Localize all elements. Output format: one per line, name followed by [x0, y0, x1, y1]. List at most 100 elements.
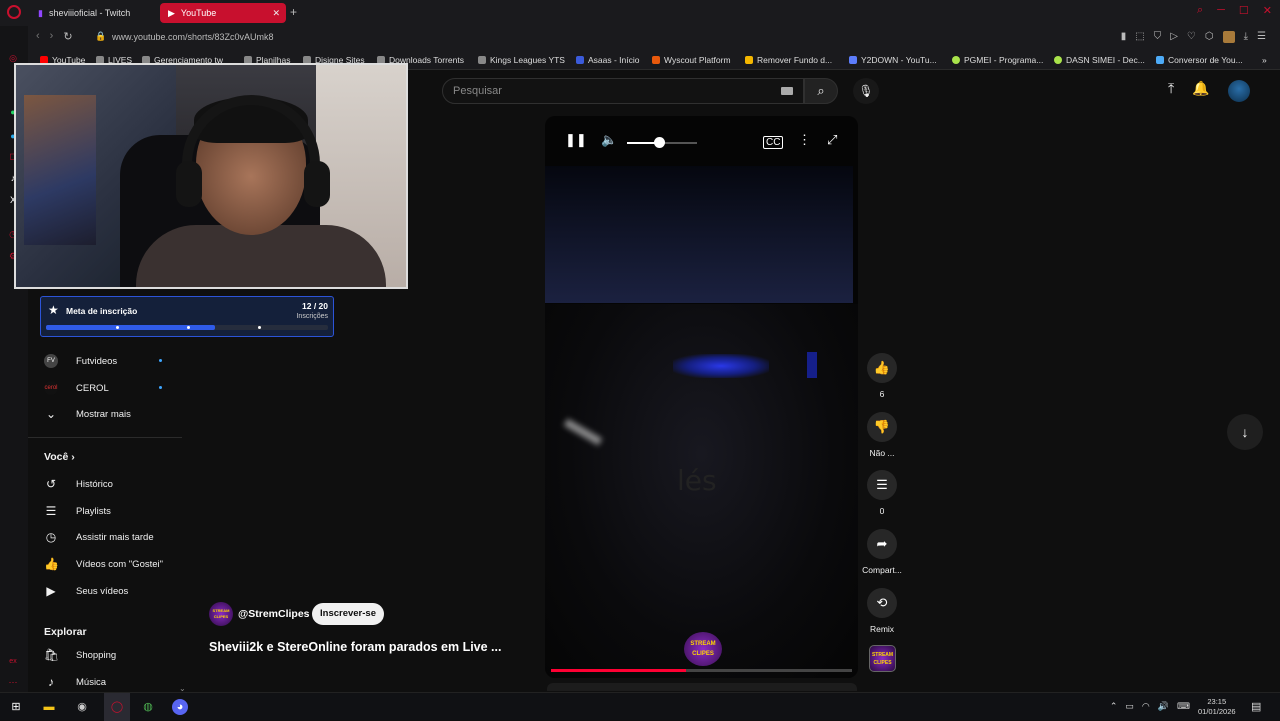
video-progress-bar[interactable] [551, 669, 852, 672]
shorts-video-player[interactable]: lés ❚❚ 🔈 CC ⋮ ⤢ STREAM CLIPES [545, 116, 858, 678]
keyboard-icon[interactable] [781, 87, 793, 95]
new-tab-button[interactable]: + [290, 5, 297, 19]
bookmark-conversor[interactable]: Conversor de You... [1156, 55, 1243, 65]
url-field[interactable]: www.youtube.com/shorts/83Zc0vAUmk8 [112, 32, 274, 42]
sidebar-explore-heading: Explorar [44, 626, 87, 638]
video-led-light [673, 354, 769, 378]
close-window-button[interactable]: ✕ [1263, 4, 1272, 17]
windows-start-icon[interactable]: ⊞ [8, 699, 24, 715]
sidebar-you-heading[interactable]: Você › [44, 451, 75, 463]
file-explorer-icon[interactable]: ▬ [41, 699, 57, 715]
like-count: 6 [879, 389, 885, 399]
tray-expand-icon[interactable]: ⌃ [1110, 701, 1118, 712]
network-icon[interactable]: ▭ [1125, 701, 1134, 712]
forward-icon[interactable]: › [50, 30, 54, 43]
close-tab-icon[interactable]: ✕ [272, 8, 280, 19]
wifi-icon[interactable]: ◠ [1142, 701, 1150, 712]
sidebar-item-liked-videos[interactable]: 👍 Vídeos com "Gostei" [44, 557, 164, 571]
shield-icon[interactable]: ⛉ [1154, 31, 1162, 43]
captions-icon[interactable]: CC [763, 136, 784, 149]
menu-icon[interactable]: ☰ [1257, 31, 1266, 43]
maximize-button[interactable]: ☐ [1239, 4, 1249, 17]
heart-icon[interactable]: ♡ [1187, 31, 1196, 43]
minimize-button[interactable]: ─ [1217, 4, 1225, 17]
subscribe-button[interactable]: Inscrever-se [312, 603, 384, 625]
search-input[interactable]: Pesquisar [453, 85, 502, 97]
more-options-icon[interactable]: ⋮ [798, 132, 811, 148]
chrome-icon[interactable]: ◍ [140, 699, 156, 715]
notifications-icon[interactable]: ▤ [1251, 700, 1261, 713]
extensions-icon[interactable]: ⬡ [1205, 31, 1214, 43]
notifications-bell-icon[interactable]: 🔔 [1192, 80, 1209, 102]
volume-slider[interactable] [627, 137, 697, 148]
sidebar-item-watch-later[interactable]: ◷ Assistir mais tarde [44, 530, 164, 544]
obs-icon[interactable]: ◉ [74, 699, 90, 715]
dislike-label: Não ... [869, 448, 895, 458]
windows-taskbar: ⊞ ▬ ◉ ◯ ◍ ◕ ⌃ ▭ ◠ 🔊 ⌨ 23:15 01/01/2026 ▤ [0, 692, 1280, 721]
search-tabs-icon[interactable]: ⌕ [1197, 4, 1203, 17]
channel-avatar[interactable]: STREAM CLIPES [209, 602, 233, 626]
system-clock[interactable]: 23:15 01/01/2026 [1198, 697, 1236, 717]
sidebar-more-icon[interactable]: ⋯ [7, 676, 19, 688]
pgmei-icon [952, 56, 960, 64]
cerol-channel-icon: cerol [44, 381, 58, 395]
next-video-button[interactable]: ↓ [1227, 414, 1263, 450]
comments-button[interactable]: ☰ 0 [860, 470, 904, 516]
sidebar-extra-icon[interactable]: ex [7, 656, 19, 668]
remix-button[interactable]: ⟲ Remix [860, 588, 904, 634]
channel-name[interactable]: @StremClipes [238, 608, 310, 620]
sidebar-item-history[interactable]: ↺ Histórico [44, 477, 164, 491]
video-progress-fill [551, 669, 687, 672]
dislike-button[interactable]: 👎 Não ... [860, 412, 904, 458]
conversor-icon [1156, 56, 1164, 64]
bookmark-kings-leagues[interactable]: Kings Leagues YTS [478, 55, 565, 65]
bookmark-asaas[interactable]: Asaas - Início [576, 55, 640, 65]
speaker-icon[interactable]: 🔊 [1158, 701, 1169, 712]
bookmark-wyscout[interactable]: Wyscout Platform [652, 55, 731, 65]
bookmark-y2down[interactable]: Y2DOWN - YouTu... [849, 55, 937, 65]
avatar[interactable] [1227, 80, 1250, 102]
sidebar-item-playlists[interactable]: ☰ Playlists [44, 504, 164, 518]
bookmark-dasn-simei[interactable]: DASN SIMEI - Dec... [1054, 55, 1145, 65]
reload-icon[interactable]: ↻ [63, 30, 72, 43]
sidebar-item-music[interactable]: ♪ Música [44, 675, 164, 689]
opera-taskbar-icon[interactable]: ◯ [109, 699, 125, 715]
video-title[interactable]: Sheviii2k e StereOnline foram parados em… [209, 640, 501, 654]
thumbs-up-icon: 👍 [867, 353, 897, 383]
back-icon[interactable]: ‹ [36, 30, 40, 43]
keyboard-layout-icon[interactable]: ⌨ [1177, 701, 1190, 712]
y2down-icon [849, 56, 857, 64]
bookmark-icon[interactable]: ▮ [1121, 31, 1127, 43]
more-bookmarks-icon[interactable]: » [1262, 55, 1267, 65]
voice-search-button[interactable]: 🎙 [853, 78, 879, 104]
play-icon[interactable]: ▷ [1170, 31, 1178, 43]
search-button[interactable]: ⌕ [804, 78, 838, 104]
bookmark-remover-fundo[interactable]: Remover Fundo d... [745, 55, 832, 65]
new-content-dot [159, 359, 162, 362]
search-bar[interactable]: Pesquisar [442, 78, 804, 104]
create-upload-icon[interactable]: ⤒ [1168, 80, 1174, 102]
share-button[interactable]: ➦ Compart... [860, 529, 904, 575]
discord-icon[interactable]: ◕ [172, 699, 188, 715]
snapshot-icon[interactable]: ⬚ [1135, 31, 1144, 43]
tab-twitch[interactable]: ▮ sheviiioficial - Twitch [30, 3, 154, 23]
sidebar-item-your-videos[interactable]: ▶ Seus vídeos [44, 584, 164, 598]
headset-right-ear [304, 161, 330, 207]
profile-icon[interactable] [1222, 31, 1235, 43]
tab-youtube[interactable]: ▶ YouTube ✕ [160, 3, 286, 23]
opera-logo-icon[interactable] [7, 5, 21, 19]
volume-knob[interactable] [653, 137, 665, 148]
webcam-person-body [136, 225, 386, 287]
sidebar-channel-cerol[interactable]: cerol CEROL [44, 381, 164, 395]
volume-icon[interactable]: 🔈 [601, 132, 617, 148]
download-icon[interactable]: ⤓ [1244, 31, 1248, 43]
like-button[interactable]: 👍 6 [860, 353, 904, 399]
sidebar-item-shopping[interactable]: 🛍 Shopping [44, 648, 164, 662]
bookmark-pgmei[interactable]: PGMEI - Programa... [952, 55, 1043, 65]
sidebar-channel-futvideos[interactable]: FV Futvideos [44, 354, 164, 368]
sidebar-item-label: Assistir mais tarde [76, 531, 154, 543]
sidebar-show-more[interactable]: ⌄ Mostrar mais [44, 407, 164, 421]
pause-icon[interactable]: ❚❚ [565, 132, 587, 148]
sound-channel-thumbnail[interactable]: STREAM CLIPES [869, 645, 896, 672]
fullscreen-icon[interactable]: ⤢ [827, 132, 837, 148]
